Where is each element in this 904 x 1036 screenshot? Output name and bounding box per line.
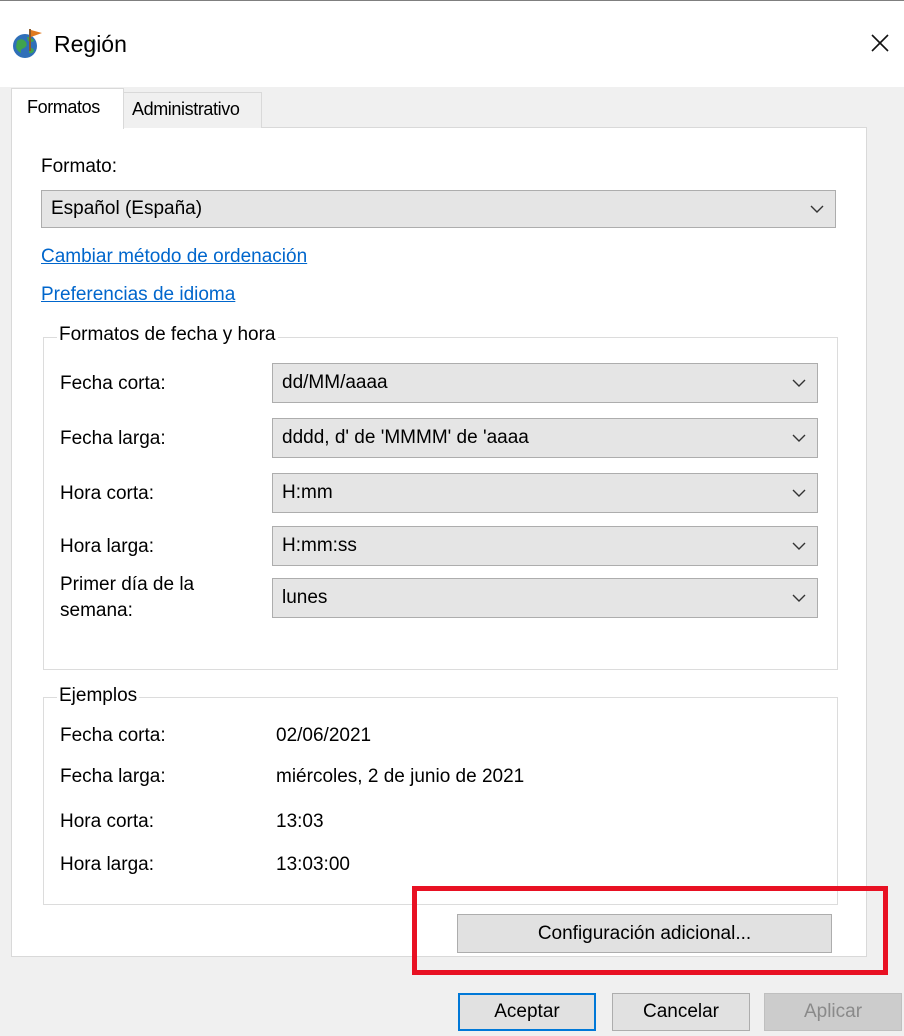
example-long-time-label: Hora larga:	[60, 854, 154, 875]
highlight-box	[412, 886, 888, 975]
close-icon[interactable]	[860, 23, 900, 63]
first-day-label-line2: semana:	[60, 600, 133, 621]
short-time-dropdown[interactable]: H:mm	[272, 473, 818, 513]
format-label: Formato:	[41, 156, 118, 177]
window-title: Región	[54, 31, 127, 57]
tab-formatos-label: Formatos	[27, 97, 100, 117]
long-date-value: dddd, d' de 'MMMM' de 'aaaa	[282, 427, 529, 448]
date-time-formats-title: Formatos de fecha y hora	[57, 324, 278, 346]
short-time-label: Hora corta:	[60, 483, 154, 504]
first-day-dropdown[interactable]: lunes	[272, 578, 818, 618]
language-preferences-link[interactable]: Preferencias de idioma	[41, 284, 235, 306]
first-day-value: lunes	[282, 587, 328, 608]
long-date-dropdown[interactable]: dddd, d' de 'MMMM' de 'aaaa	[272, 418, 818, 458]
long-time-dropdown[interactable]: H:mm:ss	[272, 526, 818, 566]
tab-administrativo[interactable]: Administrativo	[122, 92, 262, 128]
example-long-date-label: Fecha larga:	[60, 766, 166, 787]
long-time-value: H:mm:ss	[282, 535, 357, 556]
accept-label: Aceptar	[494, 1001, 560, 1022]
short-date-dropdown[interactable]: dd/MM/aaaa	[272, 363, 818, 403]
example-short-date-label: Fecha corta:	[60, 725, 166, 746]
chevron-down-icon	[792, 379, 806, 387]
chevron-down-icon	[792, 594, 806, 602]
cancel-button[interactable]: Cancelar	[612, 993, 750, 1031]
apply-button[interactable]: Aplicar	[764, 993, 902, 1031]
tab-formatos[interactable]: Formatos	[11, 88, 124, 129]
example-short-time-label: Hora corta:	[60, 811, 154, 832]
globe-icon	[13, 29, 42, 58]
cancel-label: Cancelar	[642, 1001, 720, 1022]
chevron-down-icon	[792, 434, 806, 442]
accept-button[interactable]: Aceptar	[458, 993, 596, 1031]
formatos-panel: Formato: Español (España) Cambiar método…	[11, 127, 867, 957]
change-sort-method-link[interactable]: Cambiar método de ordenación	[41, 246, 307, 268]
title-bar: Región	[0, 1, 904, 87]
format-dropdown-value: Español (España)	[51, 198, 203, 219]
format-dropdown[interactable]: Español (España)	[41, 190, 836, 228]
short-time-value: H:mm	[282, 482, 333, 503]
first-day-label-line1: Primer día de la	[60, 574, 195, 595]
chevron-down-icon	[810, 205, 824, 213]
example-long-date-value: miércoles, 2 de junio de 2021	[276, 766, 525, 787]
long-time-label: Hora larga:	[60, 536, 154, 557]
short-date-label: Fecha corta:	[60, 373, 166, 394]
short-date-value: dd/MM/aaaa	[282, 372, 388, 393]
apply-label: Aplicar	[803, 1001, 863, 1022]
chevron-down-icon	[792, 489, 806, 497]
example-short-time-value: 13:03	[276, 811, 324, 832]
tab-administrativo-label: Administrativo	[132, 99, 240, 119]
examples-title: Ejemplos	[57, 685, 140, 707]
chevron-down-icon	[792, 542, 806, 550]
example-short-date-value: 02/06/2021	[276, 725, 372, 746]
example-long-time-value: 13:03:00	[276, 854, 350, 875]
long-date-label: Fecha larga:	[60, 428, 166, 449]
